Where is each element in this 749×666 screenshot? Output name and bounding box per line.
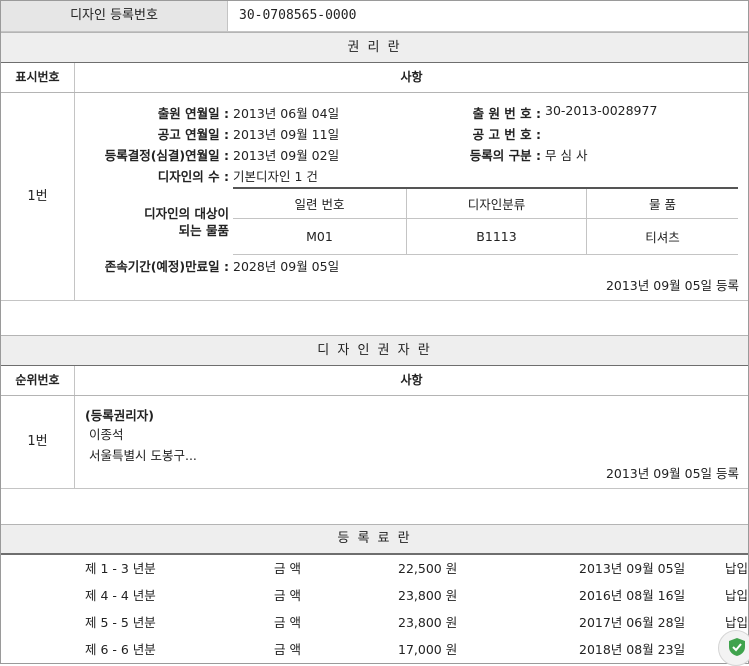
fee-amount-label: 금 액	[274, 615, 301, 630]
rank-number-header: 순위번호	[1, 366, 75, 395]
decision-date-label: 등록결정(심결)연월일 :	[104, 148, 229, 163]
fee-period: 제 1 - 3 년분	[85, 561, 156, 576]
design-object-header-row: 일련 번호 디자인분류 물 품	[233, 187, 738, 219]
item-header: 사항	[400, 70, 423, 84]
fee-amount-label: 금 액	[274, 561, 301, 576]
filing-date-label: 출원 연월일 :	[157, 106, 229, 121]
design-count: 기본디자인 1 건	[233, 169, 318, 184]
design-object-table: 일련 번호 디자인분류 물 품 M01 B1113 티셔츠	[233, 187, 738, 255]
filing-number-label: 출 원 번 호 :	[472, 106, 541, 121]
registration-type: 무 심 사	[545, 148, 588, 163]
filing-number: 30-2013-0028977	[545, 103, 658, 118]
publication-date: 2013년 09월 11일	[233, 127, 340, 142]
design-class: B1113	[406, 218, 587, 255]
rights-row-number: 1번	[1, 93, 75, 300]
owners-row: 1번 (등록권리자) 이종석 서울특별시 도봉구... 2013년 09월 05…	[1, 396, 748, 489]
expiry-date-label: 존속기간(예정)만료일 :	[104, 259, 229, 274]
fee-amount: 23,800 원	[398, 588, 458, 603]
fee-section-title: 등 록 료 란	[1, 524, 748, 555]
display-number-header: 표시번호	[1, 63, 75, 92]
design-object-row: M01 B1113 티셔츠	[233, 218, 738, 255]
fee-date: 2018년 08월 23일	[579, 642, 686, 657]
shield-check-icon[interactable]	[718, 630, 749, 666]
fee-row: 제 4 - 4 년분 금 액 23,800 원 2016년 08월 16일 납입	[1, 582, 749, 609]
fee-period: 제 4 - 4 년분	[85, 588, 156, 603]
fee-status: 납입	[725, 588, 749, 603]
design-count-label: 디자인의 수 :	[157, 169, 229, 184]
fee-period: 제 5 - 5 년분	[85, 615, 156, 630]
fee-date: 2013년 09월 05일	[579, 561, 686, 576]
fee-amount: 23,800 원	[398, 615, 458, 630]
fee-period: 제 6 - 6 년분	[85, 642, 156, 657]
owners-section-title: 디 자 인 권 자 란	[1, 335, 748, 367]
article-header: 물 품	[586, 187, 738, 219]
owner-name: 이종석	[89, 427, 124, 442]
rights-row: 1번 출원 연월일 : 2013년 06월 04일 출 원 번 호 : 30-2…	[1, 93, 748, 301]
expiry-date: 2028년 09월 05일	[233, 259, 340, 274]
design-class-header: 디자인분류	[406, 187, 587, 219]
registration-type-label: 등록의 구분 :	[469, 148, 541, 163]
fee-amount-label: 금 액	[274, 642, 301, 657]
fee-date: 2016년 08월 16일	[579, 588, 686, 603]
filing-date: 2013년 06월 04일	[233, 106, 340, 121]
fee-row: 제 5 - 5 년분 금 액 23,800 원 2017년 06월 28일 납입	[1, 609, 748, 636]
registration-number-bar: 디자인 등록번호 30-0708565-0000	[1, 1, 748, 32]
fee-amount-label: 금 액	[274, 588, 301, 603]
rights-registered-date: 2013년 09월 05일 등록	[605, 278, 739, 293]
owner-address: 서울특별시 도봉구...	[89, 448, 197, 463]
rights-section-title: 권 리 란	[1, 32, 748, 64]
publication-date-label: 공고 연월일 :	[157, 127, 229, 142]
owners-row-number: 1번	[1, 396, 75, 488]
owner-item-header: 사항	[400, 373, 423, 387]
fee-amount: 17,000 원	[398, 642, 458, 657]
owner-kind: (등록권리자)	[85, 408, 154, 423]
fee-row: 제 1 - 3 년분 금 액 22,500 원 2013년 09월 05일 납입	[1, 555, 749, 582]
serial-number: M01	[233, 218, 407, 255]
publication-number-label: 공 고 번 호 :	[472, 127, 541, 142]
registration-document: 디자인 등록번호 30-0708565-0000 권 리 란 표시번호 사항 1…	[0, 0, 749, 664]
rights-column-header: 표시번호 사항	[1, 63, 748, 93]
owners-registered-date: 2013년 09월 05일 등록	[605, 466, 739, 481]
owners-column-header: 순위번호 사항	[1, 366, 748, 396]
serial-number-header: 일련 번호	[233, 187, 407, 219]
fee-row: 제 6 - 6 년분 금 액 17,000 원 2018년 08월 23일 납입	[1, 636, 748, 663]
registration-number-label: 디자인 등록번호	[1, 1, 228, 31]
design-object-label-line2: 되는 물품	[178, 223, 229, 238]
registration-number-value: 30-0708565-0000	[239, 8, 357, 23]
fee-amount: 22,500 원	[398, 561, 458, 576]
article: 티셔츠	[586, 218, 738, 255]
decision-date: 2013년 09월 02일	[233, 148, 340, 163]
fee-status: 납입	[725, 561, 749, 576]
fee-date: 2017년 06월 28일	[579, 615, 686, 630]
